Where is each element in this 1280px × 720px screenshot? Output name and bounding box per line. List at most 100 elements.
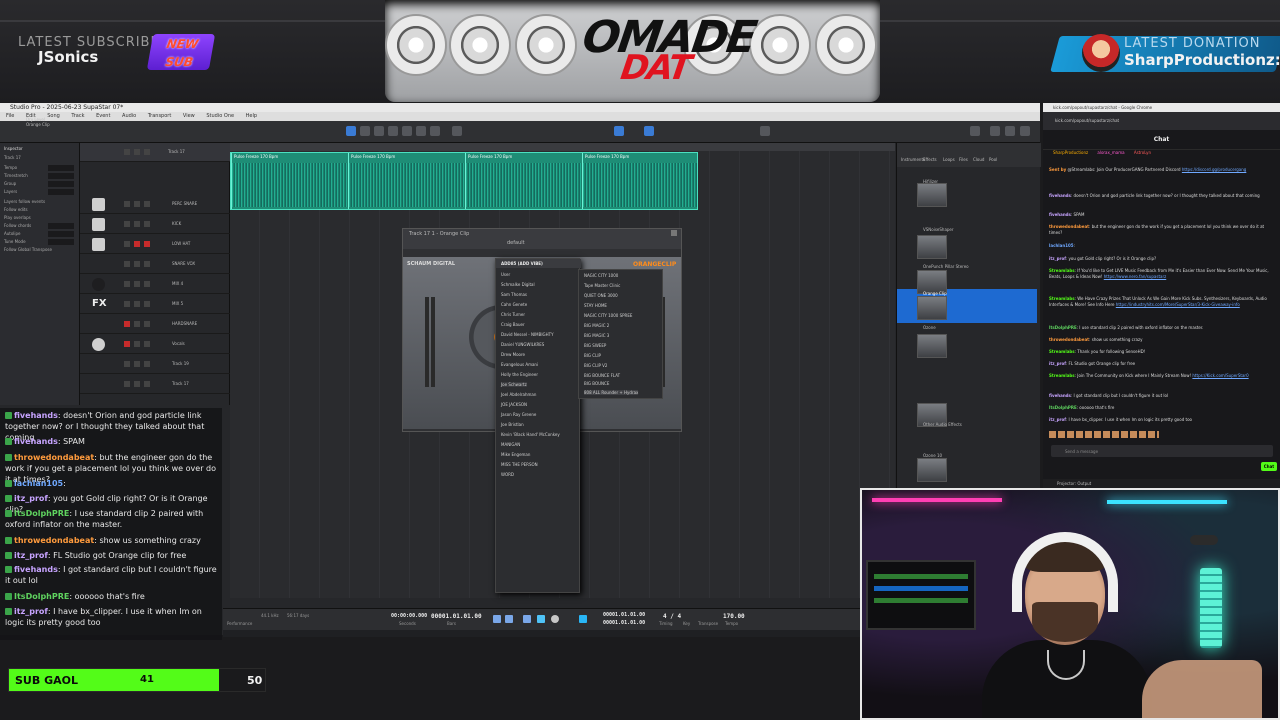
preset-item[interactable]: JOE JACKSON bbox=[501, 402, 527, 407]
preset-subitem[interactable]: BIG CLIP bbox=[584, 353, 601, 358]
preset-subitem[interactable]: BIG BOUNCE bbox=[584, 381, 609, 386]
browser-item[interactable]: OnePunch Pillar Stereo bbox=[923, 264, 969, 269]
home-icon[interactable] bbox=[1020, 126, 1030, 136]
stop-icon[interactable] bbox=[523, 615, 531, 623]
preset-subitem[interactable]: BIG MAGIC 3 bbox=[584, 333, 609, 338]
top-user[interactable]: alorax_mama bbox=[1097, 150, 1124, 155]
track-row[interactable]: LOW HAT bbox=[80, 235, 230, 254]
track-row[interactable]: Track 17 bbox=[80, 143, 230, 162]
preset-subitem[interactable]: Tape Master Clinic bbox=[584, 283, 620, 288]
play-icon[interactable] bbox=[537, 615, 545, 623]
preset-item[interactable]: Jason Ray Greene bbox=[501, 412, 536, 417]
arrow-tool-icon[interactable] bbox=[346, 126, 356, 136]
preset-subitem[interactable]: STAY HOME bbox=[584, 303, 607, 308]
menu-studio-one[interactable]: Studio One bbox=[206, 113, 234, 119]
browser-tab[interactable]: Effects bbox=[923, 157, 937, 162]
preset-item[interactable]: Daniel YUNGWILKRES bbox=[501, 342, 544, 347]
menu-audio[interactable]: Audio bbox=[122, 113, 136, 119]
track-row[interactable]: MIX 4 bbox=[80, 275, 230, 294]
track-row[interactable]: FX MIX 5 bbox=[80, 295, 230, 314]
chat-link[interactable]: https://www.nero.fan/supastarz bbox=[1104, 274, 1166, 279]
track-row[interactable]: SNARE VOX bbox=[80, 255, 230, 274]
tempo-display[interactable]: 170.00 bbox=[723, 613, 745, 620]
preset-item[interactable]: Craig Bauer bbox=[501, 322, 525, 327]
plugin-thumbnail[interactable] bbox=[917, 235, 947, 259]
preset-item[interactable]: Cahn Genete bbox=[501, 302, 527, 307]
loop-icon[interactable] bbox=[579, 615, 587, 623]
chat-send-button[interactable]: Chat bbox=[1261, 462, 1277, 471]
split-tool-icon[interactable] bbox=[374, 126, 384, 136]
snap-icon[interactable] bbox=[614, 126, 624, 136]
layout-icon[interactable] bbox=[760, 126, 770, 136]
preset-item[interactable]: Drew Moore bbox=[501, 352, 525, 357]
audio-clip[interactable]: Pulse Freeze 170 Bpm Pulse Freeze 170 Bp… bbox=[230, 152, 698, 210]
mute-tool-icon[interactable] bbox=[416, 126, 426, 136]
range-tool-icon[interactable] bbox=[360, 126, 370, 136]
chat-url-bar[interactable]: kick.com/popout/supastarz/chat bbox=[1043, 112, 1280, 130]
preset-item[interactable]: Chris Turner bbox=[501, 312, 525, 317]
browser-tab[interactable]: Pool bbox=[989, 157, 997, 162]
chat-message-input[interactable]: Send a message bbox=[1051, 445, 1273, 457]
track-row[interactable]: HARDSNARE bbox=[80, 315, 230, 334]
rewind-icon[interactable] bbox=[493, 615, 501, 623]
forward-icon[interactable] bbox=[505, 615, 513, 623]
preset-item[interactable]: David Nessel - NIMBIGHTY bbox=[501, 332, 554, 337]
browser-item[interactable]: Ozone 10 bbox=[923, 453, 942, 458]
input-fader[interactable] bbox=[431, 297, 435, 387]
plugin-thumbnail[interactable] bbox=[917, 296, 947, 320]
browser-item[interactable]: Orange Clip bbox=[923, 291, 947, 296]
track-row[interactable]: PERC SNARE bbox=[80, 195, 230, 214]
browser-item[interactable]: VSNoiseShaper bbox=[923, 227, 954, 232]
close-icon[interactable] bbox=[671, 230, 677, 236]
menu-view[interactable]: View bbox=[183, 113, 195, 119]
globe-icon[interactable] bbox=[970, 126, 980, 136]
input-fader[interactable] bbox=[425, 297, 429, 387]
preset-subitem[interactable]: QUIET ONE 3000 bbox=[584, 293, 618, 298]
preset-item[interactable]: Evangelous Amani bbox=[501, 362, 538, 367]
browser-item[interactable]: Hifilizer bbox=[923, 179, 938, 184]
preset-item[interactable]: Joe Bristlan bbox=[501, 422, 524, 427]
preset-item[interactable]: WORD bbox=[501, 472, 514, 477]
paint-tool-icon[interactable] bbox=[402, 126, 412, 136]
settings-icon[interactable] bbox=[990, 126, 1000, 136]
plugin-thumbnail[interactable] bbox=[917, 183, 947, 207]
browser-item[interactable]: Other Audio Effects bbox=[923, 422, 962, 427]
preset-subitem[interactable]: BIG MAGIC 2 bbox=[584, 323, 609, 328]
menu-event[interactable]: Event bbox=[96, 113, 110, 119]
preset-item[interactable]: User bbox=[501, 272, 510, 277]
eraser-tool-icon[interactable] bbox=[388, 126, 398, 136]
browser-tab[interactable]: Instruments bbox=[901, 157, 925, 162]
autoscroll-icon[interactable] bbox=[644, 126, 654, 136]
preset-item[interactable]: Joel Abdelrahman bbox=[501, 392, 536, 397]
menu-help[interactable]: Help bbox=[246, 113, 257, 119]
timeline-ruler[interactable] bbox=[230, 143, 895, 151]
browser-tab[interactable]: Cloud bbox=[973, 157, 984, 162]
preset-item[interactable]: MANIGAN bbox=[501, 442, 520, 447]
top-user[interactable]: SharpProductionz bbox=[1053, 150, 1088, 155]
plugin-preset-select[interactable]: default bbox=[507, 240, 525, 246]
preset-item[interactable]: Kevin 'Black Hand' McConkey bbox=[501, 432, 560, 437]
listen-tool-icon[interactable] bbox=[452, 126, 462, 136]
preset-item[interactable]: Mike Engeman bbox=[501, 452, 530, 457]
record-button-icon[interactable] bbox=[551, 615, 559, 623]
track-row[interactable]: Track 17 bbox=[80, 375, 230, 394]
chat-link[interactable]: https://discord.gg/producergang bbox=[1182, 167, 1246, 172]
preset-subitem[interactable]: BIG BOUNCE FLAT bbox=[584, 373, 620, 378]
browser-tab[interactable]: Files bbox=[959, 157, 968, 162]
chat-link[interactable]: https://Kick.com/SuperStar0 bbox=[1192, 373, 1248, 378]
top-user[interactable]: AstroLyn bbox=[1134, 150, 1151, 155]
preset-subitem[interactable]: BIG CLIP V2 bbox=[584, 363, 607, 368]
preset-subitem[interactable]: BIG SWEEP bbox=[584, 343, 606, 348]
preset-item[interactable]: Schmalke Digital bbox=[501, 282, 535, 287]
track-row[interactable]: Vocals bbox=[80, 335, 230, 354]
browser-tab[interactable]: Loops bbox=[943, 157, 955, 162]
menu-transport[interactable]: Transport bbox=[148, 113, 171, 119]
browser-item[interactable]: Ozone bbox=[923, 325, 936, 330]
preset-item[interactable]: Sam Thomas bbox=[501, 292, 527, 297]
preset-item[interactable]: Joe Schwartz bbox=[501, 382, 527, 387]
preset-item[interactable]: Holly the Engineer bbox=[501, 372, 538, 377]
plugin-thumbnail[interactable] bbox=[917, 458, 947, 482]
track-row[interactable]: KICK bbox=[80, 215, 230, 234]
account-icon[interactable] bbox=[1005, 126, 1015, 136]
plugin-thumbnail[interactable] bbox=[917, 334, 947, 358]
